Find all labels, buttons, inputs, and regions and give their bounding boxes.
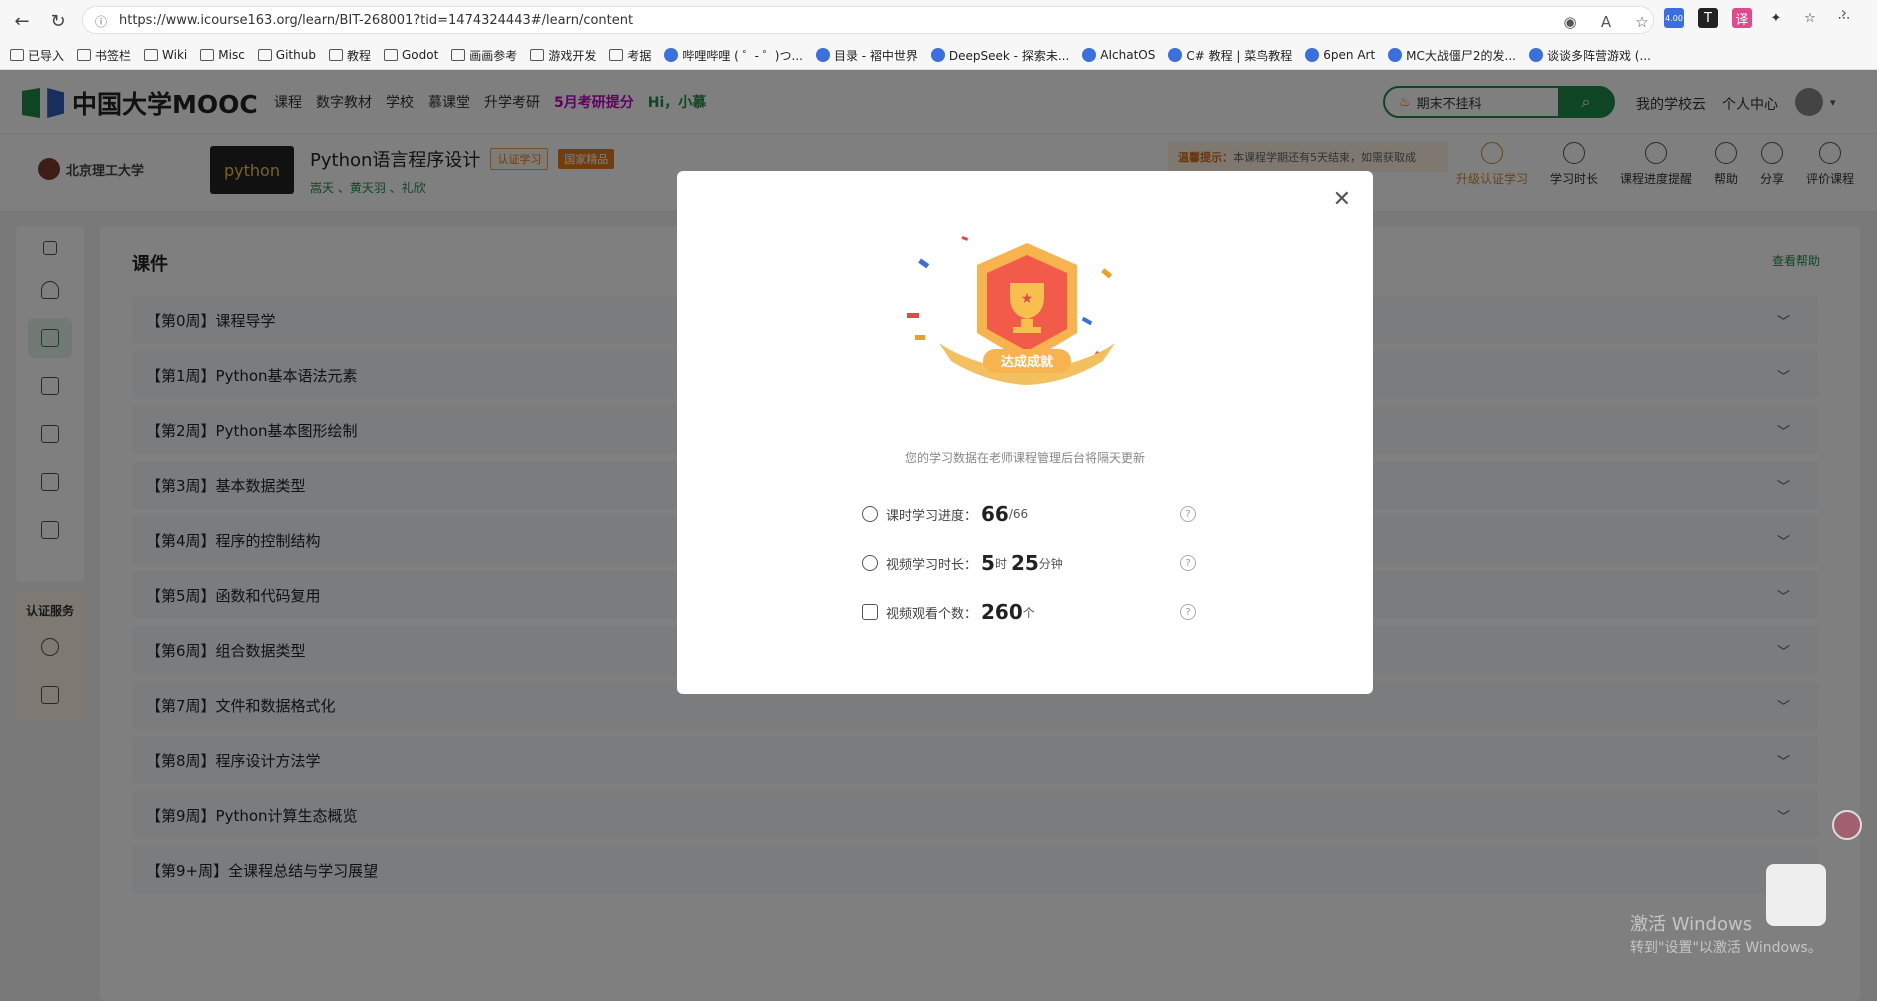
site-icon — [815, 48, 830, 62]
help-icon[interactable]: ? — [1180, 555, 1196, 571]
bookmark-item[interactable]: Godot — [383, 48, 438, 62]
bookmarks-overflow-icon[interactable]: › — [1841, 3, 1847, 22]
back-icon[interactable]: ← — [8, 7, 36, 35]
bookmark-item[interactable]: 目录 - 褶中世界 — [815, 47, 918, 64]
favorites-icon[interactable]: ☆ — [1800, 8, 1820, 28]
bookmark-item[interactable]: Wiki — [144, 48, 187, 62]
site-info-icon[interactable]: ⓘ — [95, 13, 109, 29]
site-icon — [664, 48, 679, 62]
folder-icon — [10, 49, 24, 61]
reload-icon[interactable]: ↻ — [44, 7, 72, 35]
folder-icon — [328, 49, 343, 61]
help-icon[interactable]: ? — [1180, 506, 1196, 522]
translate-ext-icon[interactable]: 译 — [1732, 8, 1752, 28]
folder-icon — [257, 49, 272, 61]
site-icon — [1388, 48, 1403, 62]
floating-translate-icon[interactable] — [1832, 810, 1862, 840]
bookmark-item[interactable]: MC大战僵尸2的发... — [1388, 47, 1516, 64]
site-icon — [1082, 48, 1097, 62]
site-icon — [930, 48, 945, 62]
folder-icon — [530, 49, 545, 61]
stat-videos: 视频观看个数： 260 个 ? — [862, 597, 1202, 627]
bookmark-item[interactable]: 书签栏 — [77, 47, 131, 64]
folder-icon — [451, 49, 466, 61]
bookmark-item[interactable]: 6pen Art — [1305, 48, 1375, 62]
help-icon[interactable]: ? — [1180, 604, 1196, 620]
bookmark-item[interactable]: Github — [257, 48, 316, 62]
bookmark-item[interactable]: 画画参考 — [451, 47, 517, 64]
bookmark-item[interactable]: C# 教程 | 菜鸟教程 — [1168, 47, 1292, 64]
bookmark-item[interactable]: DeepSeek - 探索未... — [930, 47, 1069, 64]
address-bar[interactable]: ⓘ https://www.icourse163.org/learn/BIT-2… — [82, 6, 1654, 34]
stat-progress: 课时学习进度： 66/66 ? — [862, 499, 1202, 529]
video-icon — [862, 604, 878, 620]
progress-icon — [862, 506, 878, 522]
achievement-modal: ✕ ★ 达成成就 您的学习数据在老师课程管理后台将隔天更新 课时学习进度： 66… — [677, 171, 1373, 694]
site-icon — [1528, 48, 1543, 62]
badge-label: 达成成就 — [1001, 354, 1053, 370]
folder-icon — [383, 49, 398, 61]
folder-icon — [144, 49, 159, 61]
stat-duration: 视频学习时长： 5时 25 分钟 ? — [862, 548, 1202, 578]
bookmark-item[interactable]: 教程 — [328, 47, 371, 64]
bookmarks-bar: 已导入 书签栏 Wiki Misc Github 教程 Godot 画画参考 游戏开发 考据 哔哩哔… — [0, 42, 1877, 68]
bookmark-item[interactable]: 已导入 — [10, 47, 64, 64]
favorite-star-icon[interactable]: ☆ — [1631, 11, 1653, 33]
folder-icon — [200, 49, 215, 61]
browser-chrome: ← ↻ ⓘ https://www.icourse163.org/learn/B… — [0, 0, 1877, 70]
tracking-icon[interactable]: ◉ — [1559, 11, 1581, 33]
site-icon — [1168, 48, 1183, 62]
url-text: https://www.icourse163.org/learn/BIT-268… — [119, 12, 634, 28]
windows-watermark-sub: 转到"设置"以激活 Windows。 — [1630, 940, 1822, 956]
bookmark-item[interactable]: 考据 — [609, 47, 651, 64]
bookmark-item[interactable]: 游戏开发 — [530, 47, 596, 64]
folder-icon — [609, 49, 624, 61]
extensions-icon[interactable]: ✦ — [1766, 8, 1786, 28]
bookmark-item[interactable]: 谈谈多阵营游戏 (... — [1528, 47, 1651, 64]
bookmark-item[interactable]: AIchatOS — [1082, 48, 1155, 62]
assistant-avatar[interactable] — [1766, 864, 1826, 926]
extension-icon[interactable]: T — [1698, 8, 1718, 28]
extension-badge-icon[interactable]: 4.00 — [1664, 8, 1684, 28]
read-aloud-icon[interactable]: A — [1595, 11, 1617, 33]
close-icon[interactable]: ✕ — [1333, 187, 1351, 212]
trophy-badge-icon: ★ 达成成就 — [907, 236, 1115, 385]
folder-icon — [77, 49, 92, 61]
windows-watermark: 激活 Windows — [1630, 914, 1753, 935]
site-icon — [1305, 48, 1320, 62]
update-message: 您的学习数据在老师课程管理后台将隔天更新 — [904, 451, 1145, 465]
svg-text:★: ★ — [1021, 291, 1034, 307]
bookmark-item[interactable]: Misc — [200, 48, 245, 62]
bookmark-item[interactable]: 哔哩哔哩 ( ゜- ゜)つ... — [664, 47, 803, 64]
alarm-clock-icon — [862, 555, 878, 571]
